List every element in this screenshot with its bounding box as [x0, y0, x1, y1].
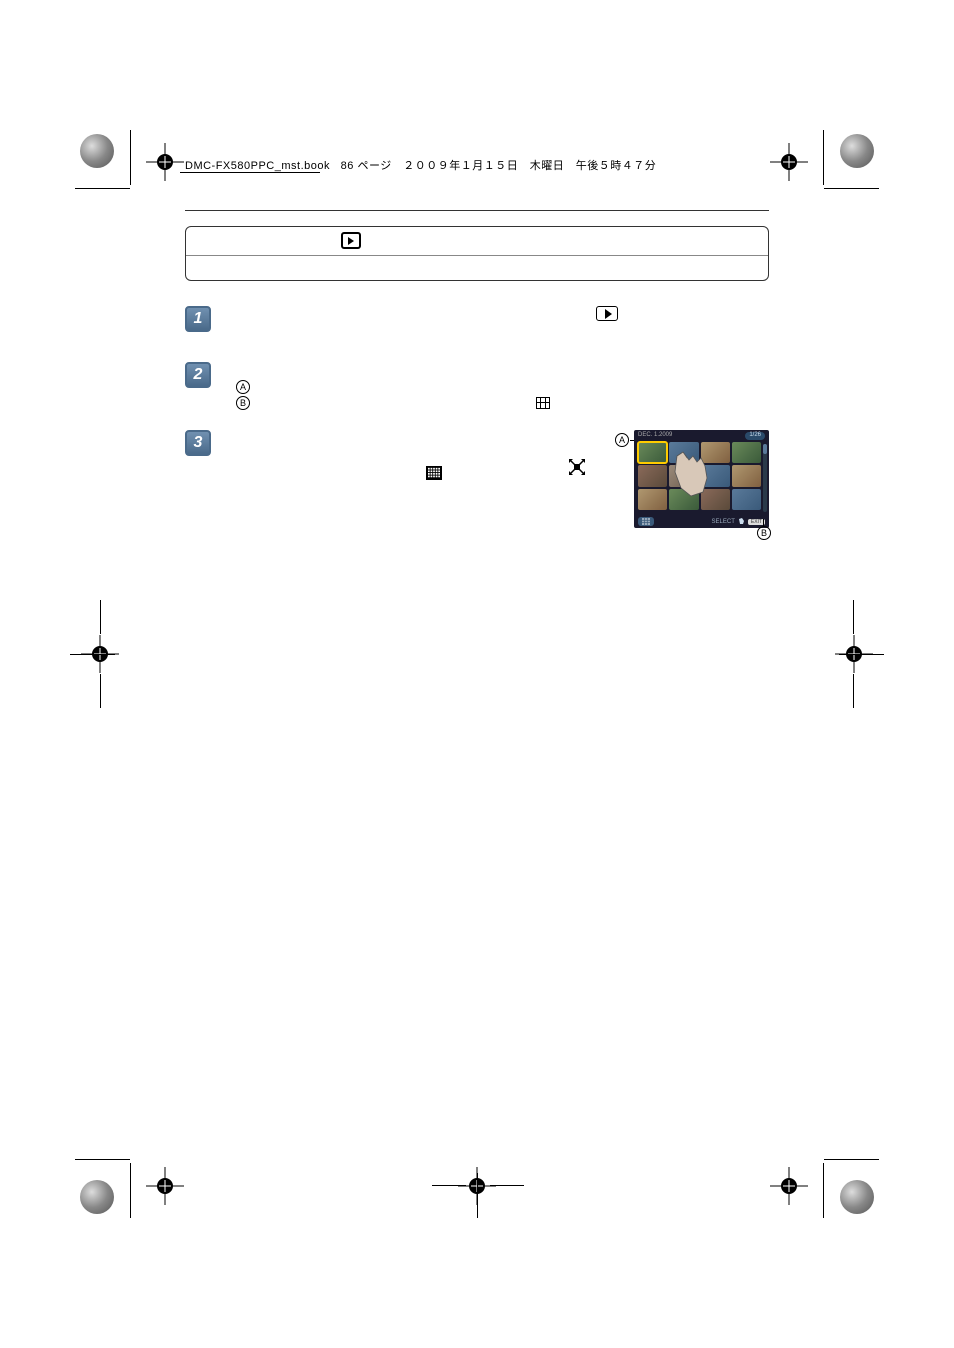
- registration-cross-icon: [145, 1166, 185, 1206]
- crop-line: [853, 674, 854, 708]
- registration-cross-icon: [145, 142, 185, 182]
- crop-line: [70, 654, 115, 655]
- crop-line: [477, 1173, 478, 1218]
- label-b-icon: B: [236, 396, 250, 410]
- thumbnail-cell: [732, 465, 761, 486]
- filename-underline: [180, 172, 320, 173]
- thumbnail-cell: [732, 489, 761, 510]
- registration-sphere-bl: [80, 1180, 114, 1214]
- thumbnail-cell: [669, 442, 698, 463]
- thumbnail-cell: [669, 489, 698, 510]
- step-number-2: 2: [185, 362, 211, 388]
- thumbnail-select-label: SELECT: [712, 519, 735, 525]
- page-date-text: 86 ページ ２００９年１月１５日 木曜日 午後５時４７分: [341, 160, 657, 172]
- thumbnail-grid-button: [638, 517, 654, 526]
- crop-line: [490, 1185, 524, 1186]
- registration-sphere-br: [840, 1180, 874, 1214]
- crop-line: [75, 1159, 130, 1160]
- callout-a-letter: A: [615, 433, 629, 447]
- step-number-3: 3: [185, 430, 211, 456]
- step-2: 2 A B: [185, 362, 769, 410]
- crop-line: [839, 654, 884, 655]
- page-metadata-header: DMC-FX580PPC_mst.book 86 ページ ２００９年１月１５日 …: [180, 155, 774, 175]
- touch-small-icon: [738, 518, 745, 525]
- thumbnail-counter: 1/26: [745, 432, 765, 440]
- thumbnail-cell: [732, 442, 761, 463]
- thumbnail-cell: [638, 465, 667, 486]
- crop-line: [130, 130, 131, 185]
- expand-arrows-icon: [569, 459, 585, 475]
- crop-line: [75, 188, 130, 189]
- page-content: 1 2 A B: [185, 210, 769, 560]
- crop-line: [853, 600, 854, 634]
- thumbnail-grid: [634, 442, 769, 510]
- thumbnail-cell: [701, 465, 730, 486]
- thumbnail-cell: [701, 442, 730, 463]
- thirty-grid-icon: [426, 466, 442, 480]
- crop-line: [130, 1163, 131, 1218]
- filename-text: DMC-FX580PPC_mst.book: [185, 160, 330, 172]
- callout-b-letter: B: [757, 526, 771, 540]
- callout-b-line: [763, 519, 764, 527]
- registration-cross-icon: [769, 142, 809, 182]
- crop-line: [100, 600, 101, 634]
- crop-line: [432, 1185, 466, 1186]
- title-box: [185, 226, 769, 281]
- callout-a-label: A: [615, 433, 629, 447]
- step-number-1: 1: [185, 306, 211, 332]
- thumbnail-scrollbar: [763, 444, 767, 512]
- thumbnail-cell: [669, 465, 698, 486]
- lcd-screenshot: DEC. 1.2009 1/26: [634, 430, 769, 528]
- label-a-icon: A: [236, 380, 250, 394]
- registration-cross-icon: [769, 1166, 809, 1206]
- crop-line: [100, 674, 101, 708]
- title-divider: [186, 255, 768, 256]
- play-button-icon: [596, 306, 618, 321]
- crop-line: [824, 1159, 879, 1160]
- thumbnail-cell: [638, 442, 667, 463]
- crop-line: [823, 130, 824, 185]
- step-1: 1: [185, 306, 769, 332]
- callout-b-label: B: [757, 526, 771, 540]
- multi-thumbnail-icon: [536, 397, 550, 409]
- thumbnail-cell: [638, 489, 667, 510]
- thumbnail-cell: [701, 489, 730, 510]
- thumbnail-date: DEC. 1.2009: [638, 432, 672, 440]
- playback-mode-icon: [341, 232, 361, 249]
- crop-line: [824, 188, 879, 189]
- step-3: 3 A: [185, 430, 769, 530]
- registration-sphere-tl: [80, 134, 114, 168]
- content-top-rule: [185, 210, 769, 211]
- crop-line: [823, 1163, 824, 1218]
- registration-sphere-tr: [840, 134, 874, 168]
